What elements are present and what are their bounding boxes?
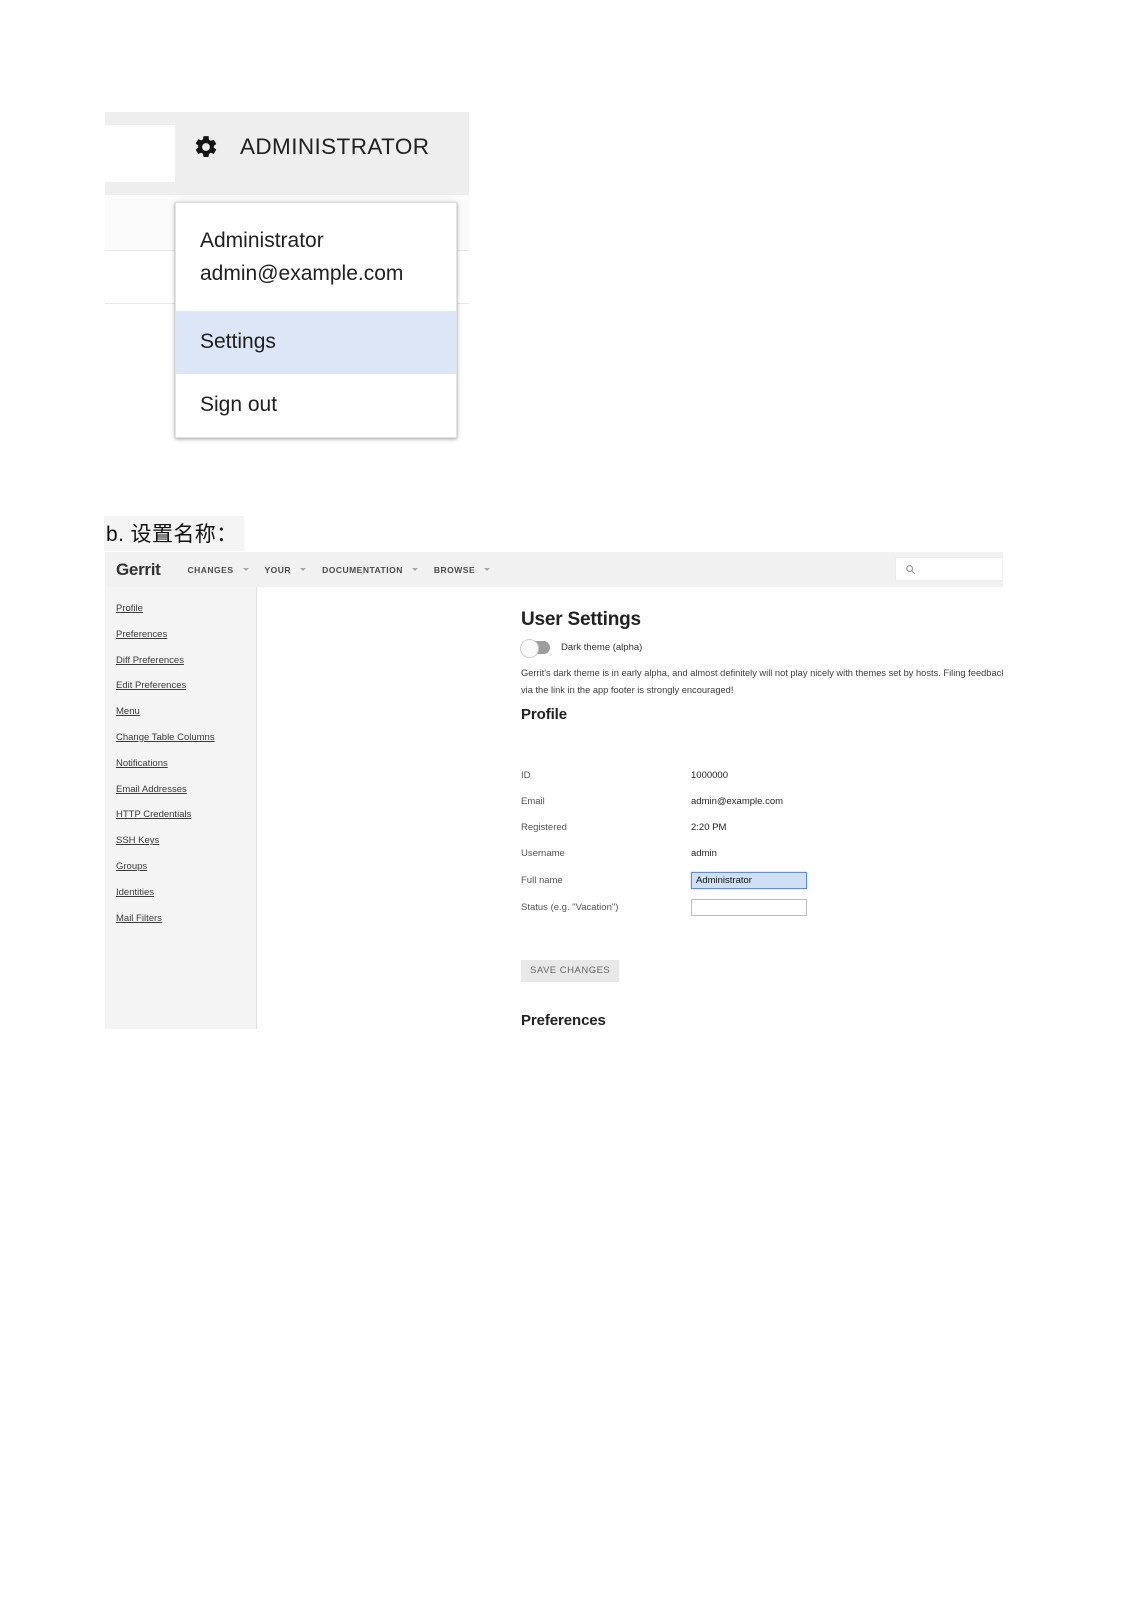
chevron-down-icon [484, 568, 491, 571]
settings-body: Profile Preferences Diff Preferences Edi… [105, 587, 1003, 1029]
gerrit-top-header: ADMINISTRATOR [103, 112, 469, 195]
field-value: 1000000 [691, 769, 728, 781]
gerrit-header-bar: Gerrit CHANGES YOUR DOCUMENTATION BROWSE [105, 552, 1003, 587]
chevron-down-icon [300, 568, 307, 571]
field-id: ID 1000000 [521, 765, 941, 785]
field-username: Username admin [521, 843, 941, 863]
field-value: admin@example.com [691, 795, 784, 807]
dark-theme-note: Gerrit's dark theme is in early alpha, a… [521, 668, 1003, 695]
sidebar-item-preferences[interactable]: Preferences [116, 630, 256, 640]
sidebar-item-identities[interactable]: Identities [116, 888, 256, 898]
field-label: Registered [521, 821, 567, 833]
sidebar-item-profile[interactable]: Profile [116, 604, 256, 614]
sidebar-item-groups[interactable]: Groups [116, 862, 256, 872]
gerrit-logo[interactable]: Gerrit [116, 560, 161, 580]
dark-theme-label: Dark theme (alpha) [561, 642, 643, 653]
field-label: Username [521, 847, 565, 859]
search-icon [905, 564, 916, 575]
figure-account-dropdown-screenshot: ADMINISTRATOR Administrator admin@exampl… [103, 112, 469, 472]
sidebar-item-email-addresses[interactable]: Email Addresses [116, 785, 256, 795]
sidebar-item-diff-preferences[interactable]: Diff Preferences [116, 656, 256, 666]
sidebar-item-http-credentials[interactable]: HTTP Credentials [116, 810, 256, 820]
full-name-input[interactable] [691, 871, 807, 889]
field-value: 2:20 PM [691, 821, 727, 833]
menu-item-settings[interactable]: Settings [176, 310, 456, 374]
sidebar-item-mail-filters[interactable]: Mail Filters [116, 914, 256, 924]
section-heading-preferences: Preferences [521, 1012, 606, 1029]
search-input[interactable] [103, 125, 175, 182]
account-name-label: ADMINISTRATOR [240, 134, 430, 159]
sidebar-item-change-table-columns[interactable]: Change Table Columns [116, 733, 256, 743]
main-nav: CHANGES YOUR DOCUMENTATION BROWSE [179, 565, 498, 575]
page-title: User Settings [521, 609, 641, 630]
sidebar-item-menu[interactable]: Menu [116, 707, 256, 717]
gear-icon [193, 134, 219, 160]
field-label: Full name [521, 874, 563, 886]
field-value: admin [691, 847, 717, 859]
field-email: Email admin@example.com [521, 791, 941, 811]
page-root: ADMINISTRATOR Administrator admin@exampl… [0, 0, 1131, 1600]
nav-label: CHANGES [187, 564, 234, 575]
figure-caption: b. 设置名称： [104, 516, 244, 551]
chevron-down-icon [411, 568, 418, 571]
nav-label: YOUR [264, 564, 292, 575]
nav-label: DOCUMENTATION [322, 564, 403, 575]
nav-label: BROWSE [433, 564, 476, 575]
sidebar-item-notifications[interactable]: Notifications [116, 759, 256, 769]
account-full-name: Administrator [200, 229, 324, 252]
account-identity-block: Administrator admin@example.com [176, 203, 456, 311]
save-changes-button[interactable]: SAVE CHANGES [521, 960, 620, 982]
field-label: Email [521, 795, 545, 807]
search-input[interactable] [895, 557, 1003, 581]
nav-item-changes[interactable]: CHANGES [179, 565, 256, 575]
section-heading-profile: Profile [521, 706, 567, 723]
status-input[interactable] [691, 898, 807, 916]
field-registered: Registered 2:20 PM [521, 817, 941, 837]
dark-theme-toggle[interactable] [520, 639, 550, 658]
field-label: ID [521, 769, 531, 781]
nav-item-browse[interactable]: BROWSE [425, 565, 497, 575]
account-dropdown-menu: Administrator admin@example.com Settings… [175, 202, 457, 438]
chevron-down-icon [242, 568, 249, 571]
field-status: Status (e.g. "Vacation") [521, 897, 941, 917]
field-label: Status (e.g. "Vacation") [521, 901, 619, 913]
nav-item-documentation[interactable]: DOCUMENTATION [313, 565, 425, 575]
sidebar-item-ssh-keys[interactable]: SSH Keys [116, 836, 256, 846]
figure-user-settings-screenshot: Gerrit CHANGES YOUR DOCUMENTATION BROWSE [105, 552, 1003, 1029]
menu-item-sign-out[interactable]: Sign out [176, 374, 456, 437]
field-full-name: Full name [521, 870, 941, 890]
settings-sidebar: Profile Preferences Diff Preferences Edi… [105, 587, 257, 1029]
dark-theme-row: Dark theme (alpha) [520, 639, 643, 658]
account-menu-trigger[interactable]: ADMINISTRATOR [193, 134, 429, 160]
sidebar-item-edit-preferences[interactable]: Edit Preferences [116, 681, 256, 691]
nav-item-your[interactable]: YOUR [256, 565, 314, 575]
settings-main-content: User Settings Dark theme (alpha) Gerrit'… [257, 587, 1003, 1029]
account-email: admin@example.com [200, 261, 404, 285]
